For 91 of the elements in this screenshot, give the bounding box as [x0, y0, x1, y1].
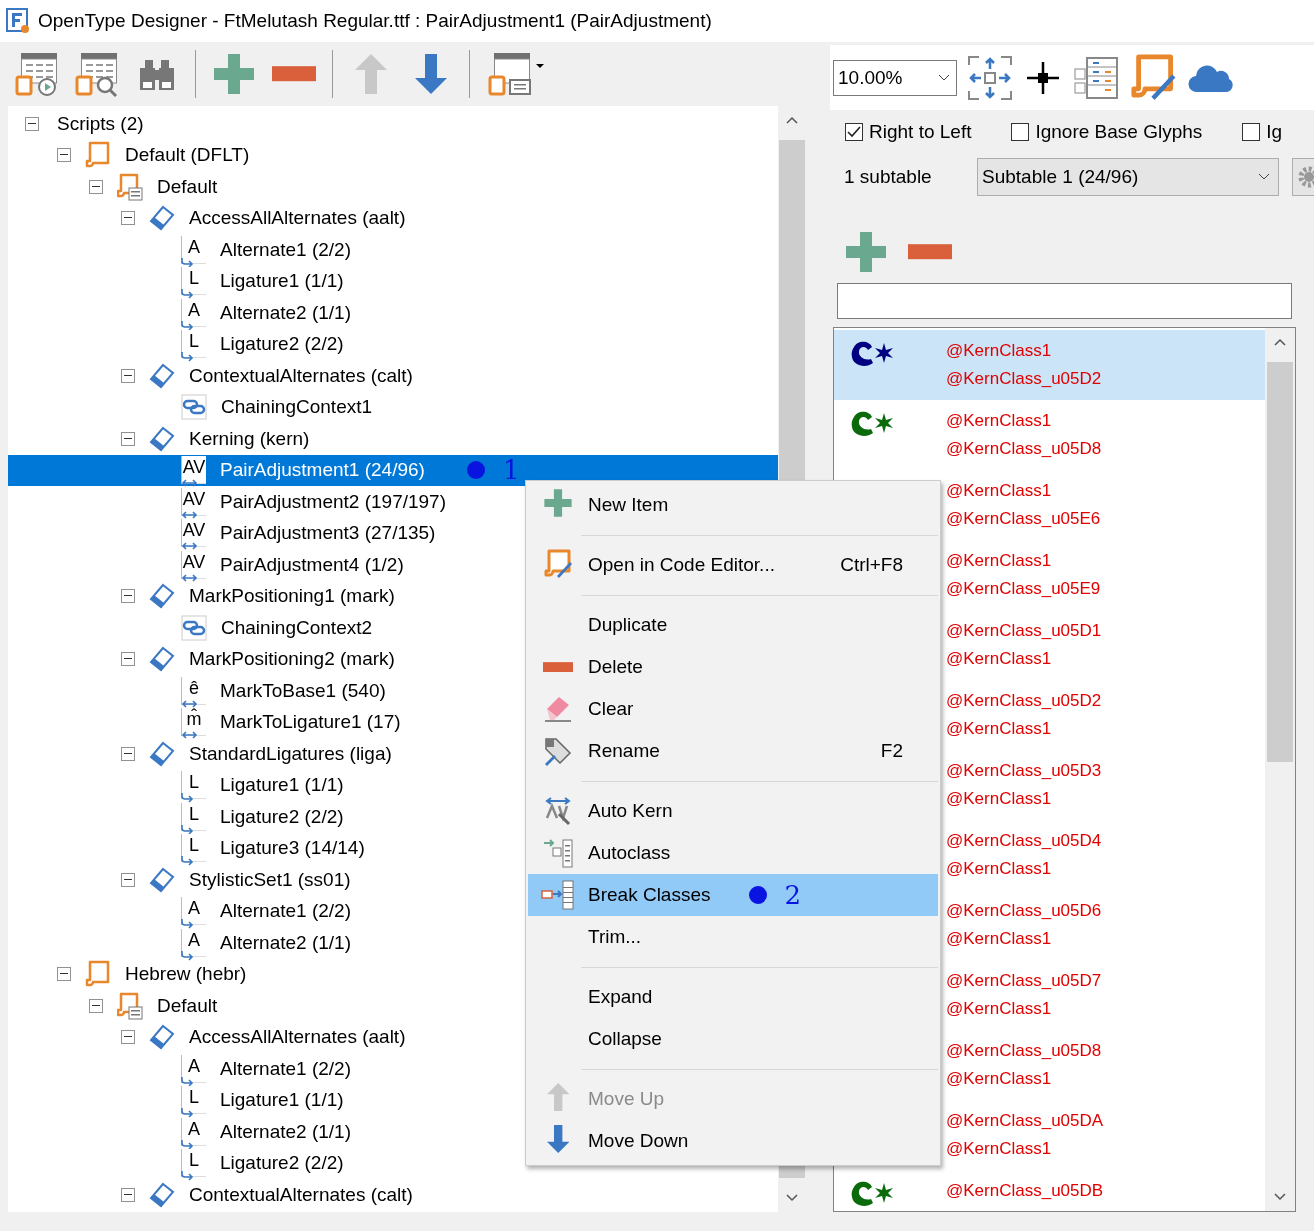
fit-icon[interactable]: [967, 54, 1013, 101]
minus-icon: [272, 66, 316, 82]
lookup-icon: m̂: [181, 708, 206, 737]
annotation-dot: [466, 461, 485, 480]
script-icon: [85, 960, 111, 989]
tree-item[interactable]: Default (DFLT): [8, 139, 778, 171]
tree-item[interactable]: Default: [8, 171, 778, 203]
lookup-icon: A: [181, 897, 206, 926]
lookup-icon: AV: [181, 550, 206, 579]
feature-icon: [149, 865, 175, 894]
expander-icon[interactable]: [121, 652, 135, 667]
tree-item[interactable]: ContextualAlternates (calt): [8, 360, 778, 392]
checkbox[interactable]: [1242, 123, 1261, 141]
lookup-icon: AV: [181, 519, 206, 548]
checkbox-label: Ignore Base Glyphs: [1035, 121, 1203, 143]
expander-icon[interactable]: [121, 589, 135, 604]
menu-item[interactable]: Break Classes 2: [528, 874, 938, 916]
lookup-icon: L: [181, 1149, 206, 1178]
chain-icon: [181, 613, 207, 642]
lookup-icon: AV: [181, 487, 206, 516]
tree-item[interactable]: AccessAllAlternates (aalt): [8, 202, 778, 234]
app-logo: [6, 8, 30, 34]
chevron-down-icon: [1258, 173, 1270, 181]
search-field[interactable]: [837, 283, 1292, 319]
expander-icon[interactable]: [121, 211, 135, 226]
pair-item[interactable]: @KernClass1 @KernClass_u05D2: [834, 330, 1265, 400]
subtable-select[interactable]: Subtable 1 (24/96): [977, 158, 1279, 196]
tree-item[interactable]: Kerning (kern): [8, 423, 778, 455]
scrollbar-thumb[interactable]: [1267, 362, 1293, 762]
feature-icon: [149, 204, 175, 233]
tree-item[interactable]: AV PairAdjustment1 (24/96) 1: [8, 454, 778, 486]
checkbox-label: Right to Left: [869, 121, 972, 143]
zoom-select[interactable]: 10.00%: [833, 59, 957, 96]
lookup-icon: L: [181, 802, 206, 831]
feature-icon: [149, 1180, 175, 1209]
tree-item[interactable]: ChainingContext1: [8, 391, 778, 423]
expander-icon[interactable]: [121, 1187, 135, 1202]
expander-icon[interactable]: [89, 179, 103, 194]
tree-item[interactable]: L Ligature2 (2/2): [8, 328, 778, 360]
checkbox-label: Ig: [1266, 121, 1283, 143]
chevron-down-icon: [938, 73, 950, 82]
tree-item[interactable]: Scripts (2): [8, 108, 778, 140]
expander-icon[interactable]: [121, 746, 135, 761]
feature-icon: [149, 739, 175, 768]
language-icon: [117, 172, 143, 201]
minus-icon: [908, 244, 952, 260]
feature-icon: [149, 1023, 175, 1052]
minus-icon: [543, 661, 573, 673]
expander-icon[interactable]: [57, 148, 71, 163]
lookup-icon: A: [181, 1117, 206, 1146]
expander-icon[interactable]: [121, 1030, 135, 1045]
lookup-icon: ê: [181, 676, 206, 705]
lookup-icon: L: [181, 834, 206, 863]
expander-icon[interactable]: [121, 431, 135, 446]
lookup-icon: A: [181, 298, 206, 327]
language-icon: [117, 991, 143, 1020]
expander-icon[interactable]: [89, 998, 103, 1013]
expander-icon[interactable]: [25, 116, 39, 131]
lookup-icon: A: [181, 1054, 206, 1083]
feature-icon: [149, 361, 175, 390]
window-title: OpenType Designer - FtMelutash Regular.ttf : PairAdjustment1 (PairAdjustment): [38, 10, 712, 32]
eraser-icon: [543, 695, 573, 723]
tree-item[interactable]: ContextualAlternates (calt): [8, 1179, 778, 1211]
autoclass-icon: [542, 838, 574, 868]
feature-icon: [149, 424, 175, 453]
checkbox[interactable]: [1011, 123, 1030, 141]
lookup-icon: AV: [181, 456, 206, 485]
tree-item[interactable]: A Alternate1 (2/2): [8, 234, 778, 266]
annotation-dot: [748, 886, 767, 904]
script-icon: [85, 141, 111, 170]
checkbox[interactable]: [845, 123, 863, 141]
lookup-icon: L: [181, 267, 206, 296]
subtable-count: 1 subtable: [844, 166, 933, 188]
tag-pen-icon: [543, 736, 573, 766]
feature-icon: [149, 582, 175, 611]
tree-item[interactable]: L Ligature1 (1/1): [8, 265, 778, 297]
lookup-icon: L: [181, 1086, 206, 1115]
expander-icon[interactable]: [121, 368, 135, 383]
break-classes-icon: [541, 880, 575, 910]
chain-icon: [181, 393, 207, 422]
lookup-icon: A: [181, 235, 206, 264]
lookup-icon: L: [181, 330, 206, 359]
expander-icon[interactable]: [121, 872, 135, 887]
tree-item[interactable]: A Alternate2 (1/1): [8, 297, 778, 329]
feature-icon: [149, 645, 175, 674]
table-icon[interactable]: [1073, 54, 1119, 101]
lookup-icon: L: [181, 771, 206, 800]
auto-kern-icon: [543, 796, 573, 826]
expander-icon[interactable]: [57, 967, 71, 982]
annotation-number: 2: [784, 881, 802, 909]
annotation-number: 1: [502, 456, 520, 485]
